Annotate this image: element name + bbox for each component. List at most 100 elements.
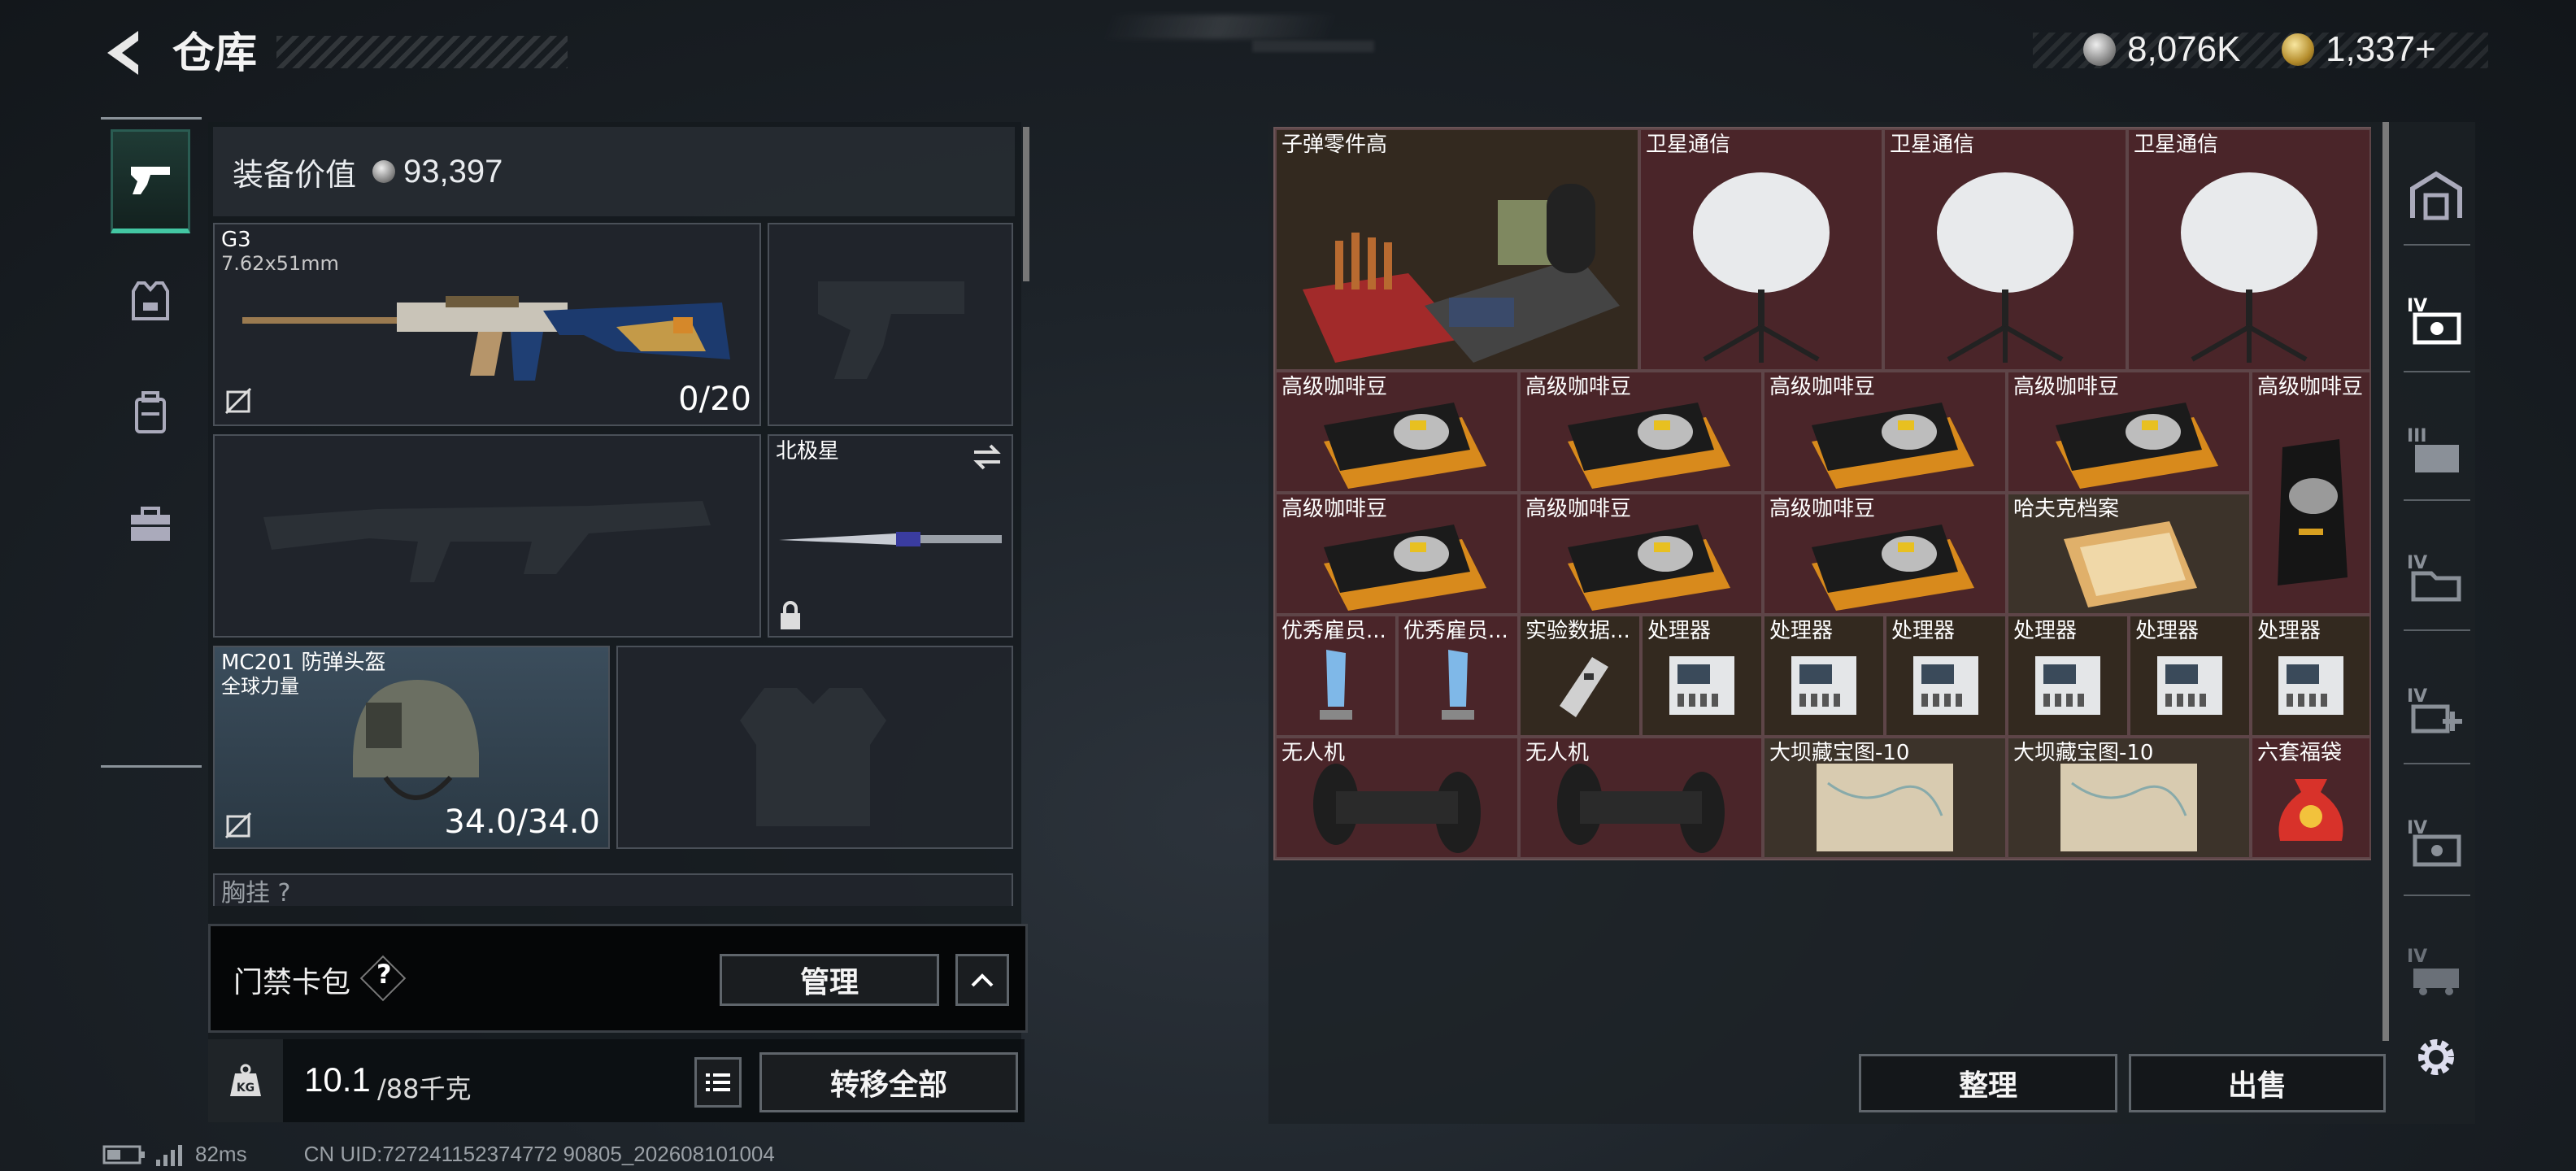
stash-grid: 子弹零件高 卫星通信 卫星通信 卫星通信 高级咖啡豆 高级咖啡豆 高级咖啡豆 高…	[1273, 127, 2371, 860]
stash-tab-home[interactable]	[2400, 159, 2472, 231]
svg-text:IV: IV	[2407, 553, 2427, 573]
storage-safe-icon: IV	[2407, 818, 2461, 867]
stash-item[interactable]: 卫星通信	[2127, 128, 2371, 371]
stash-item[interactable]: 大坝藏宝图-10	[1763, 737, 2007, 859]
stash-item[interactable]: 处理器	[2251, 615, 2371, 737]
stash-item[interactable]: 处理器	[2129, 615, 2251, 737]
processor-device-image	[2278, 655, 2343, 715]
help-icon[interactable]: ?	[376, 959, 392, 990]
stash-item[interactable]: 大坝藏宝图-10	[2007, 737, 2251, 859]
stash-item[interactable]: 高级咖啡豆	[1763, 493, 2007, 615]
coffee-bag-image	[1568, 402, 1730, 489]
stash-scrollbar[interactable]	[2382, 122, 2389, 1041]
stash-item[interactable]: 高级咖啡豆	[1519, 371, 1763, 493]
stash-item[interactable]: 处理器	[1885, 615, 2007, 737]
stash-item[interactable]: 处理器	[2007, 615, 2129, 737]
equipment-value-row: 装备价值 93,397	[213, 127, 1015, 216]
stash-tab-4-b[interactable]: IV	[2400, 542, 2472, 613]
armor-vest-icon	[132, 281, 169, 320]
melee-slot[interactable]: 北极星	[768, 434, 1013, 638]
coffee-bag-image	[1812, 402, 1974, 489]
svg-text:III: III	[2407, 426, 2427, 446]
stash-item[interactable]: 哈夫克档案	[2007, 493, 2251, 615]
rail-tab-case[interactable]	[111, 472, 190, 577]
stash-item[interactable]: 优秀雇员...	[1397, 615, 1519, 737]
stash-tab-4-a[interactable]: IV	[2400, 285, 2472, 356]
stash-item[interactable]: 实验数据...	[1519, 615, 1641, 737]
pistol-slot[interactable]	[768, 223, 1013, 426]
gear-icon	[2418, 1039, 2454, 1075]
processor-device-image	[1791, 655, 1856, 715]
rail-tab-backpack[interactable]	[111, 360, 190, 464]
knife-image	[779, 532, 1002, 546]
secondary-weapon-slot[interactable]	[213, 434, 761, 638]
storage-folder-icon: IV	[2407, 553, 2461, 602]
loadout-scrollbar[interactable]	[1023, 127, 1029, 281]
manage-button[interactable]: 管理	[720, 954, 939, 1006]
weight-icon-box: KG	[208, 1039, 283, 1122]
stash-item[interactable]: 无人机	[1519, 737, 1763, 859]
chest-rig-slot[interactable]: 胸挂 ?	[213, 873, 1013, 906]
stash-tab-3[interactable]: III	[2400, 415, 2472, 486]
stash-item[interactable]: 高级咖啡豆	[2007, 371, 2251, 493]
stash-item[interactable]: 卫星通信	[1639, 128, 1883, 371]
list-view-button[interactable]	[694, 1057, 742, 1108]
rail-tab-weapons[interactable]	[111, 129, 190, 233]
trophy-image	[1442, 649, 1474, 720]
settings-button[interactable]	[2400, 1021, 2472, 1093]
stash-item[interactable]: 高级咖啡豆	[1275, 371, 1519, 493]
stash-item[interactable]: 处理器	[1763, 615, 1885, 737]
swap-icon[interactable]	[971, 442, 1003, 472]
sort-button[interactable]: 整理	[1859, 1054, 2117, 1112]
loadout-rail	[101, 117, 202, 768]
stash-item[interactable]: 高级咖啡豆	[2251, 371, 2371, 615]
stash-item[interactable]: 处理器	[1641, 615, 1763, 737]
body-armor-slot[interactable]	[616, 646, 1013, 849]
ping-value: 82ms	[195, 1142, 247, 1166]
back-arrow-icon	[107, 31, 138, 75]
armor-silhouette-icon	[740, 688, 886, 826]
stash-item[interactable]: 高级咖啡豆	[1519, 493, 1763, 615]
page-title: 仓库	[172, 29, 258, 78]
signal-icon	[156, 1144, 182, 1166]
stash-item[interactable]: 高级咖啡豆	[1763, 371, 2007, 493]
weight-current: 10.1	[304, 1060, 371, 1099]
battery-icon	[102, 1145, 145, 1164]
trophy-image	[1320, 649, 1352, 720]
silver-coin-icon	[372, 160, 396, 183]
stash-tab-4-e[interactable]: IV	[2400, 935, 2472, 1007]
stash-tab-4-c[interactable]: IV	[2400, 675, 2472, 747]
stash-item[interactable]: 卫星通信	[1883, 128, 2127, 371]
storage-tier3-icon: III	[2407, 426, 2459, 472]
ammo-crate-image	[1303, 183, 1620, 363]
drone-image	[1313, 763, 1481, 853]
keycard-pack-row: 门禁卡包 ? 管理	[208, 924, 1028, 1033]
coffee-bag-image	[1324, 524, 1486, 611]
currency-gold[interactable]: 1,337+	[2282, 29, 2436, 70]
weight-max: /88千克	[377, 1073, 472, 1104]
g3-rifle-image	[242, 296, 730, 381]
transfer-all-button[interactable]: 转移全部	[759, 1052, 1018, 1112]
processor-device-image	[2035, 655, 2100, 715]
satellite-dish-image	[1937, 172, 2073, 363]
sell-button[interactable]: 出售	[2129, 1054, 2386, 1112]
title-decoration	[276, 36, 568, 68]
stash-item[interactable]: 六套福袋	[2251, 737, 2371, 859]
warehouse-icon	[2410, 171, 2462, 220]
stash-tab-4-d[interactable]: IV	[2400, 807, 2472, 878]
storage-medical-icon: IV	[2407, 686, 2462, 734]
processor-device-image	[1669, 655, 1734, 715]
expand-button[interactable]	[955, 954, 1009, 1006]
back-button[interactable]	[96, 24, 153, 81]
stash-item[interactable]: 子弹零件高	[1275, 128, 1639, 371]
processor-device-image	[2157, 655, 2222, 715]
helmet-slot[interactable]: MC201 防弹头盔 全球力量 34.0/34.0	[213, 646, 610, 849]
stash-item[interactable]: 无人机	[1275, 737, 1519, 859]
primary-weapon-slot[interactable]: G3 7.62x51mm 0/20	[213, 223, 761, 426]
status-footer: 82ms CN UID:727241152374772 90805_202608…	[102, 1142, 775, 1167]
lock-icon	[781, 601, 800, 629]
stash-item[interactable]: 优秀雇员...	[1275, 615, 1397, 737]
stash-item[interactable]: 高级咖啡豆	[1275, 493, 1519, 615]
usb-drive-image	[1560, 656, 1608, 717]
rail-tab-armor[interactable]	[111, 248, 190, 352]
